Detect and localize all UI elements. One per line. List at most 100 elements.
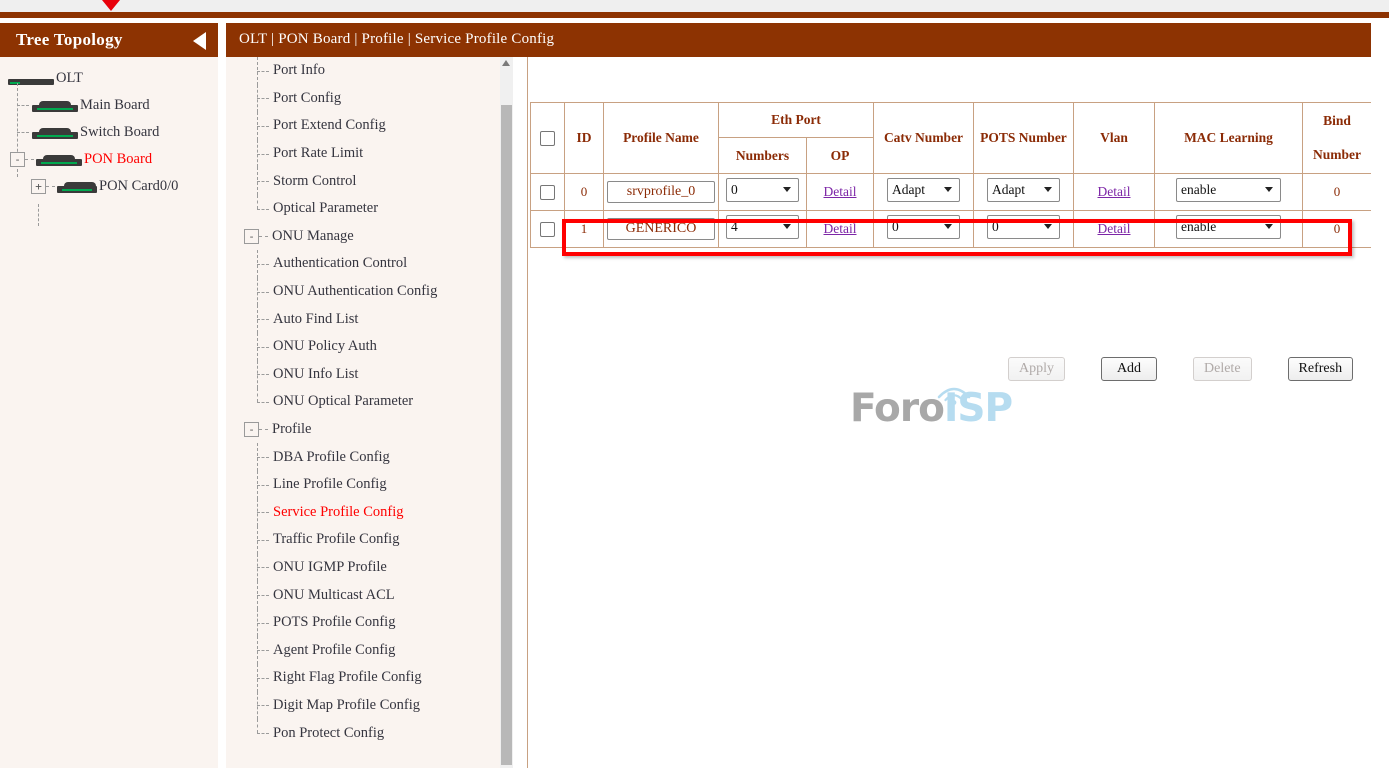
cell-profile-name[interactable] <box>604 174 719 211</box>
menu-item-port-config[interactable]: Port Config <box>226 85 513 113</box>
menu-collapse-toggle[interactable]: - <box>244 422 259 437</box>
table-row[interactable]: 00DetailAdaptAdaptDetailenable0 <box>531 174 1372 211</box>
menu-item-auto-find-list[interactable]: Auto Find List <box>226 305 513 333</box>
select-all-header <box>531 103 565 174</box>
menu-item-onu-optical-parameter[interactable]: ONU Optical Parameter <box>226 388 513 416</box>
menu-item-optical-parameter[interactable]: Optical Parameter <box>226 195 513 223</box>
catv-number-select[interactable]: 0 <box>887 215 960 239</box>
red-pointer-marker-icon <box>102 0 120 11</box>
tree-connector <box>251 250 273 278</box>
eth-numbers-select[interactable]: 4 <box>726 215 799 239</box>
catv-number-select[interactable]: Adapt <box>887 178 960 202</box>
menu-item-digit-map-profile-config[interactable]: Digit Map Profile Config <box>226 692 513 720</box>
eth-detail-link[interactable]: Detail <box>824 184 857 199</box>
menu-item-agent-profile-config[interactable]: Agent Profile Config <box>226 636 513 664</box>
navigation-menu-list: Port InfoPort ConfigPort Extend Config Po… <box>226 57 513 768</box>
cell-catv-number[interactable]: 0 <box>874 211 974 248</box>
triangle-left-icon[interactable] <box>193 32 206 50</box>
mac-learning-select[interactable]: enable <box>1176 215 1281 239</box>
scroll-up-arrow-icon[interactable] <box>502 60 510 66</box>
apply-button: Apply <box>1008 357 1065 381</box>
vlan-detail-link[interactable]: Detail <box>1098 221 1131 236</box>
topology-tree: OLT Main Board Switch Board <box>0 57 218 768</box>
cell-eth-numbers[interactable]: 4 <box>719 211 807 248</box>
tree-connector <box>251 664 273 692</box>
row-checkbox-cell[interactable] <box>531 174 565 211</box>
menu-scrollbar-thumb[interactable] <box>501 105 512 765</box>
select-all-checkbox[interactable] <box>540 131 555 146</box>
table-row[interactable]: 14Detail00Detailenable0 <box>531 211 1372 248</box>
breadcrumb: OLT | PON Board | Profile | Service Prof… <box>239 31 554 48</box>
cell-pots-number[interactable]: Adapt <box>974 174 1074 211</box>
menu-item-right-flag-profile-config[interactable]: Right Flag Profile Config <box>226 664 513 692</box>
menu-item-service-profile-config[interactable]: Service Profile Config <box>226 499 513 527</box>
eth-detail-link[interactable]: Detail <box>824 221 857 236</box>
menu-item-port-info[interactable]: Port Info <box>226 57 513 85</box>
pots-number-select[interactable]: 0 <box>987 215 1060 239</box>
row-checkbox[interactable] <box>540 185 555 200</box>
browser-top-strip <box>0 0 1389 12</box>
menu-item-onu-multicast-acl[interactable]: ONU Multicast ACL <box>226 581 513 609</box>
cell-eth-op[interactable]: Detail <box>807 174 874 211</box>
profile-name-input[interactable] <box>607 181 715 203</box>
board-device-icon <box>32 126 78 139</box>
cell-mac-learning[interactable]: enable <box>1155 211 1303 248</box>
menu-item-pon-protect-config[interactable]: Pon Protect Config <box>226 719 513 747</box>
tree-connector <box>251 388 273 416</box>
menu-item-authentication-control[interactable]: Authentication Control <box>226 250 513 278</box>
mac-learning-select[interactable]: enable <box>1176 178 1281 202</box>
pots-number-select[interactable]: Adapt <box>987 178 1060 202</box>
menu-item-label: Agent Profile Config <box>273 642 395 659</box>
delete-button: Delete <box>1193 357 1252 381</box>
tree-node-switch-board[interactable]: Switch Board <box>0 119 218 146</box>
menu-item-profile[interactable]: -Profile <box>226 416 513 444</box>
tree-collapse-toggle[interactable]: - <box>10 152 25 167</box>
header-eth-op: OP <box>807 138 874 174</box>
menu-scrollbar[interactable] <box>500 57 513 768</box>
tree-connector <box>251 361 273 389</box>
refresh-button[interactable]: Refresh <box>1288 357 1354 381</box>
row-checkbox-cell[interactable] <box>531 211 565 248</box>
cell-profile-name[interactable] <box>604 211 719 248</box>
header-bind-number-line1: Bind <box>1303 113 1371 129</box>
chevron-down-icon <box>783 187 791 192</box>
menu-item-line-profile-config[interactable]: Line Profile Config <box>226 471 513 499</box>
menu-item-onu-manage[interactable]: -ONU Manage <box>226 223 513 251</box>
tree-connector <box>251 57 273 85</box>
menu-item-port-rate-limit[interactable]: Port Rate Limit <box>226 140 513 168</box>
tree-connector <box>251 140 273 168</box>
board-device-icon <box>32 99 78 112</box>
cell-vlan[interactable]: Detail <box>1074 211 1155 248</box>
vlan-detail-link[interactable]: Detail <box>1098 184 1131 199</box>
cell-catv-number[interactable]: Adapt <box>874 174 974 211</box>
menu-item-dba-profile-config[interactable]: DBA Profile Config <box>226 443 513 471</box>
menu-item-onu-policy-auth[interactable]: ONU Policy Auth <box>226 333 513 361</box>
profile-name-input[interactable] <box>607 218 715 240</box>
tree-node-pon-card[interactable]: + PON Card0/0 <box>0 173 218 200</box>
cell-pots-number[interactable]: 0 <box>974 211 1074 248</box>
add-button[interactable]: Add <box>1101 357 1157 381</box>
cell-vlan[interactable]: Detail <box>1074 174 1155 211</box>
row-checkbox[interactable] <box>540 222 555 237</box>
tree-node-main-board[interactable]: Main Board <box>0 92 218 119</box>
menu-collapse-toggle[interactable]: - <box>244 229 259 244</box>
tree-expand-toggle[interactable]: + <box>31 179 46 194</box>
cell-eth-numbers[interactable]: 0 <box>719 174 807 211</box>
chevron-down-icon <box>944 187 952 192</box>
menu-item-onu-igmp-profile[interactable]: ONU IGMP Profile <box>226 554 513 582</box>
menu-item-pots-profile-config[interactable]: POTS Profile Config <box>226 609 513 637</box>
menu-item-onu-authentication-config[interactable]: ONU Authentication Config <box>226 278 513 306</box>
menu-item-label: ONU Optical Parameter <box>273 393 413 410</box>
menu-item-port-extend-config[interactable]: Port Extend Config <box>226 112 513 140</box>
menu-item-onu-info-list[interactable]: ONU Info List <box>226 361 513 389</box>
cell-mac-learning[interactable]: enable <box>1155 174 1303 211</box>
cell-eth-op[interactable]: Detail <box>807 211 874 248</box>
eth-numbers-select[interactable]: 0 <box>726 178 799 202</box>
menu-item-label: Port Rate Limit <box>273 145 363 162</box>
tree-node-olt[interactable]: OLT <box>0 65 218 92</box>
chevron-down-icon <box>1044 187 1052 192</box>
menu-item-traffic-profile-config[interactable]: Traffic Profile Config <box>226 526 513 554</box>
watermark-text: ForoISP <box>850 389 1012 428</box>
menu-item-storm-control[interactable]: Storm Control <box>226 167 513 195</box>
tree-node-pon-board[interactable]: - PON Board <box>0 146 218 173</box>
